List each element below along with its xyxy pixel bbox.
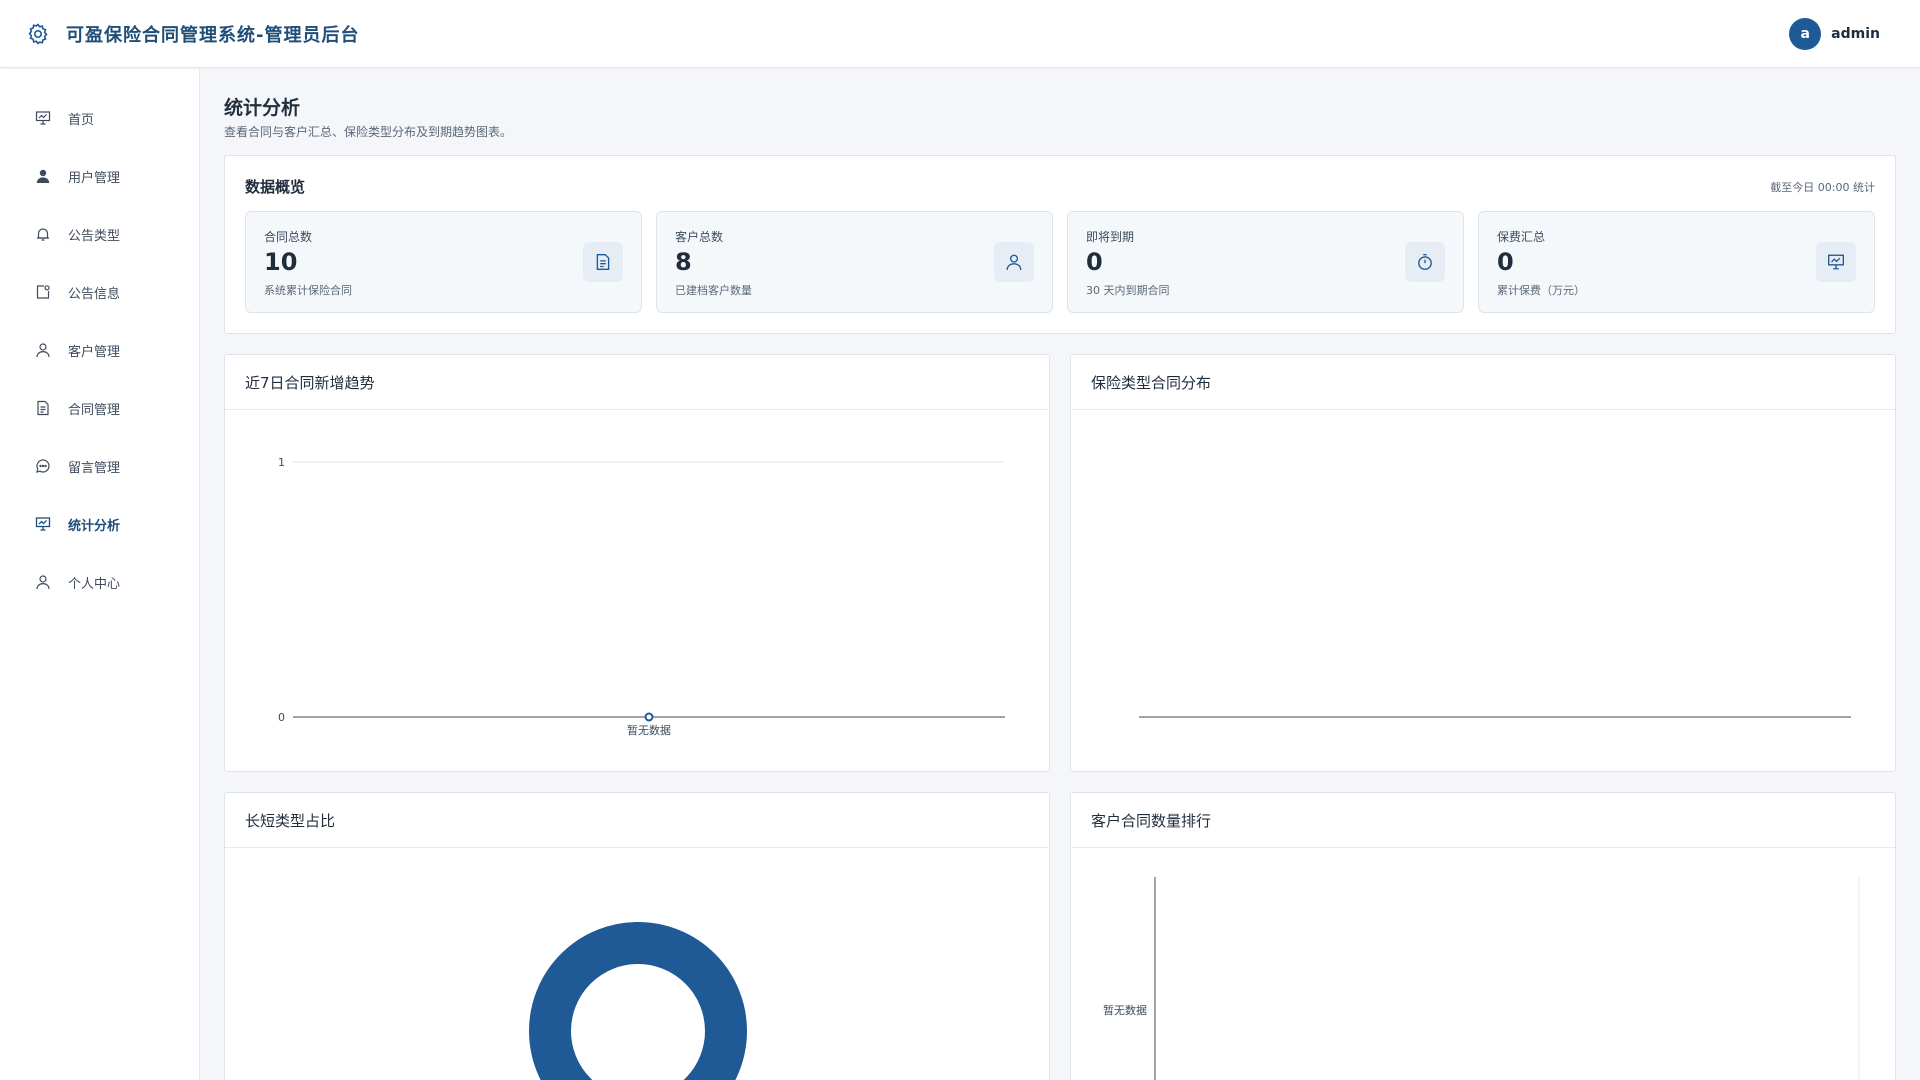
customer-ranking-chart: 暂无数据: [1103, 877, 1860, 1080]
presentation-icon: [1816, 242, 1856, 282]
sidebar-item-label: 留言管理: [68, 460, 121, 476]
card-title: 客户合同数量排行: [1071, 793, 1895, 848]
long-short-donut-chart: [529, 922, 747, 1080]
y-tick-label: 1: [278, 456, 285, 469]
x-tick-label: 暂无数据: [627, 723, 671, 737]
type-distribution-chart: [1139, 716, 1851, 718]
stat-card-premium: 保费汇总 0 累计保费（万元）: [1478, 211, 1875, 313]
sidebar-item-label: 首页: [68, 112, 95, 128]
sidebar-item-users[interactable]: 用户管理: [0, 147, 199, 205]
avatar[interactable]: a: [1789, 18, 1822, 50]
card-title: 长短类型占比: [225, 793, 1049, 848]
overview-panel: 数据概览 截至今日 00:00 统计 合同总数 10 系统累计保险合同 客户总数…: [224, 155, 1896, 334]
app-title: 可盈保险合同管理系统-管理员后台: [66, 24, 360, 46]
y-tick-label: 暂无数据: [1103, 1003, 1147, 1017]
sidebar: 首页 用户管理 公告类型 公告信息 客户管理 合同管理 留言管理 统计分析 个人…: [0, 69, 200, 1080]
stat-label: 客户总数: [675, 230, 724, 244]
username[interactable]: admin: [1831, 26, 1880, 42]
type-distribution-card: 保险类型合同分布: [1070, 354, 1896, 772]
stat-label: 保费汇总: [1497, 230, 1546, 244]
top-bar: 可盈保险合同管理系统-管理员后台 a admin: [0, 0, 1920, 68]
card-title: 近7日合同新增趋势: [225, 355, 1049, 410]
presentation-icon: [34, 109, 52, 127]
sidebar-item-profile[interactable]: 个人中心: [0, 553, 199, 611]
card-title: 保险类型合同分布: [1071, 355, 1895, 410]
stat-value: 8: [675, 248, 692, 276]
sidebar-item-label: 个人中心: [68, 576, 121, 592]
trend-chart: 0 1 暂无数据: [278, 456, 1005, 737]
main-content: 统计分析 查看合同与客户汇总、保险类型分布及到期趋势图表。 数据概览 截至今日 …: [224, 69, 1896, 1080]
sidebar-item-label: 用户管理: [68, 170, 121, 186]
sidebar-item-notices[interactable]: 公告信息: [0, 263, 199, 321]
customer-ranking-card: 客户合同数量排行 暂无数据: [1070, 792, 1896, 1080]
stat-label: 即将到期: [1086, 230, 1135, 244]
stat-desc: 已建档客户数量: [675, 284, 752, 297]
stat-desc: 系统累计保险合同: [264, 284, 352, 297]
stat-label: 合同总数: [264, 230, 313, 244]
document-icon: [583, 242, 623, 282]
sidebar-item-statistics[interactable]: 统计分析: [0, 495, 199, 553]
y-tick-label: 0: [278, 711, 285, 724]
sidebar-item-notice-types[interactable]: 公告类型: [0, 205, 199, 263]
sidebar-item-label: 统计分析: [68, 518, 121, 534]
user-menu[interactable]: a admin: [1789, 18, 1880, 50]
user-icon: [34, 341, 52, 359]
sidebar-item-home[interactable]: 首页: [0, 89, 199, 147]
stat-card-expiring: 即将到期 0 30 天内到期合同: [1067, 211, 1464, 313]
presentation-icon: [34, 515, 52, 533]
pie-slice: [529, 922, 747, 1080]
overview-note: 截至今日 00:00 统计: [1770, 181, 1875, 194]
data-point: [644, 712, 654, 722]
trend-chart-card: 近7日合同新增趋势 0 1 暂无数据: [224, 354, 1050, 772]
sidebar-item-label: 公告信息: [68, 286, 121, 302]
user-icon: [994, 242, 1034, 282]
stat-value: 0: [1086, 248, 1103, 276]
stopwatch-icon: [1405, 242, 1445, 282]
bell-icon: [34, 225, 52, 243]
sidebar-item-label: 合同管理: [68, 402, 121, 418]
sidebar-item-label: 客户管理: [68, 344, 121, 360]
long-short-card: 长短类型占比: [224, 792, 1050, 1080]
overview-title: 数据概览: [245, 178, 306, 196]
sidebar-item-customers[interactable]: 客户管理: [0, 321, 199, 379]
gear-icon: [24, 20, 52, 48]
stat-desc: 30 天内到期合同: [1086, 284, 1170, 297]
chat-icon: [34, 457, 52, 475]
stat-value: 10: [264, 248, 298, 276]
stat-value: 0: [1497, 248, 1514, 276]
page-subtitle: 查看合同与客户汇总、保险类型分布及到期趋势图表。: [224, 125, 513, 139]
user-filled-icon: [34, 167, 52, 185]
stat-card-customers: 客户总数 8 已建档客户数量: [656, 211, 1053, 313]
note-icon: [34, 283, 52, 301]
document-icon: [34, 399, 52, 417]
sidebar-item-messages[interactable]: 留言管理: [0, 437, 199, 495]
sidebar-item-contracts[interactable]: 合同管理: [0, 379, 199, 437]
stat-desc: 累计保费（万元）: [1497, 284, 1585, 297]
page-title: 统计分析: [224, 97, 301, 119]
sidebar-item-label: 公告类型: [68, 228, 121, 244]
user-icon: [34, 573, 52, 591]
stat-card-contracts: 合同总数 10 系统累计保险合同: [245, 211, 642, 313]
